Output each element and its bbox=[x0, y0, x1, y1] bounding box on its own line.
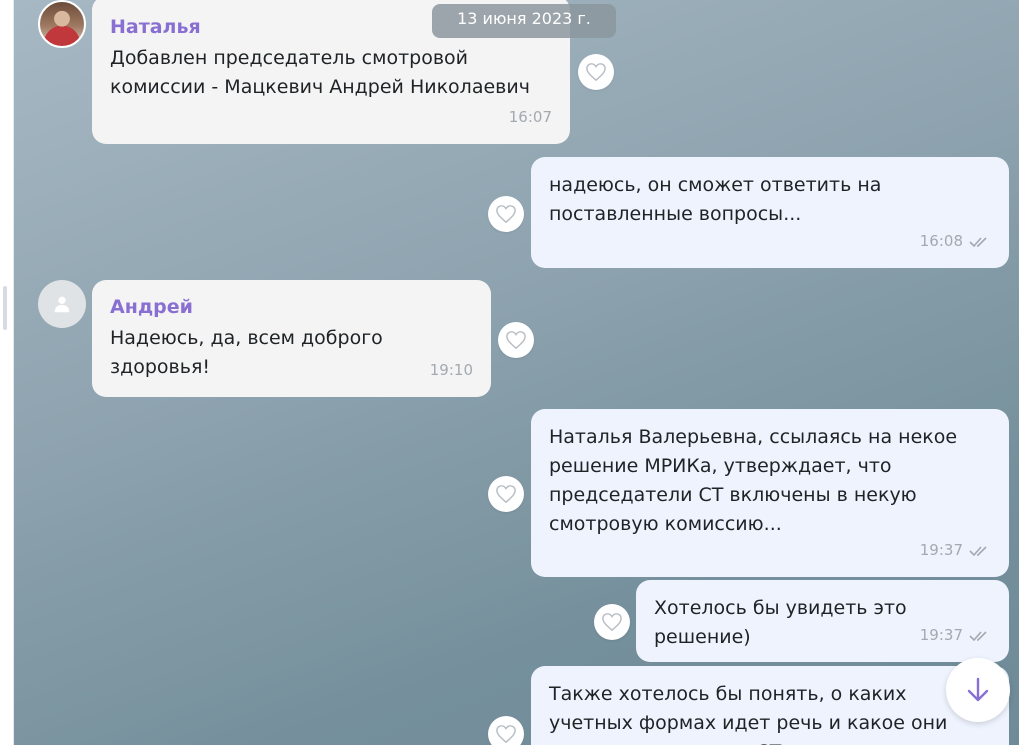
message-bubble-outgoing[interactable]: Наталья Валерьевна, ссылаясь на некое ре… bbox=[531, 409, 1009, 577]
user-silhouette-icon bbox=[54, 296, 70, 313]
double-check-icon bbox=[969, 630, 987, 641]
chat-message-area[interactable]: Наталья Добавлен председатель смотровой … bbox=[14, 0, 1019, 745]
sender-name[interactable]: Андрей bbox=[110, 294, 473, 320]
time-label: 19:37 bbox=[919, 541, 963, 559]
time-label: 19:37 bbox=[919, 626, 963, 644]
reaction-heart-button[interactable] bbox=[498, 322, 534, 358]
left-scrollbar-thumb[interactable] bbox=[3, 286, 7, 330]
date-separator: 13 июня 2023 г. bbox=[432, 4, 616, 38]
reaction-heart-button[interactable] bbox=[578, 54, 614, 90]
double-check-icon bbox=[969, 545, 987, 556]
avatar-natalya[interactable] bbox=[38, 0, 86, 48]
message-time: 19:10 bbox=[430, 356, 473, 385]
message-text: Надеюсь, да, всем доброго здоровья! bbox=[110, 327, 383, 378]
message-bubble-outgoing[interactable]: Также хотелось бы понять, о каких учетны… bbox=[531, 666, 1009, 745]
reaction-heart-button[interactable] bbox=[488, 196, 524, 232]
heart-outline-icon bbox=[586, 63, 606, 82]
double-check-icon bbox=[969, 236, 987, 247]
reaction-heart-button[interactable] bbox=[488, 476, 524, 512]
avatar-andrey[interactable] bbox=[38, 280, 86, 328]
heart-outline-icon bbox=[496, 725, 516, 744]
bottom-panel-edge bbox=[0, 745, 1019, 751]
message-text: Наталья Валерьевна, ссылаясь на некое ре… bbox=[549, 426, 958, 535]
message-bubble-incoming[interactable]: Андрей Надеюсь, да, всем доброго здоровь… bbox=[92, 280, 491, 397]
message-time: 16:08 bbox=[920, 227, 991, 256]
message-text: Также хотелось бы понять, о каких учетны… bbox=[549, 683, 948, 745]
time-label: 16:08 bbox=[919, 232, 963, 250]
heart-outline-icon bbox=[602, 613, 622, 632]
reaction-heart-button[interactable] bbox=[488, 716, 524, 745]
heart-outline-icon bbox=[496, 485, 516, 504]
scroll-to-bottom-button[interactable] bbox=[946, 658, 1010, 722]
message-text: надеюсь, он сможет ответить на поставлен… bbox=[549, 174, 882, 225]
left-panel-edge bbox=[0, 0, 14, 751]
time-label: 16:07 bbox=[508, 108, 552, 126]
message-bubble-outgoing[interactable]: надеюсь, он сможет ответить на поставлен… bbox=[531, 157, 1009, 268]
message-time: 19:37 bbox=[920, 621, 991, 650]
message-time: 16:07 bbox=[509, 103, 552, 132]
message-time: 19:37 bbox=[920, 536, 991, 565]
message-text: Добавлен председатель смотровой комиссии… bbox=[110, 47, 530, 98]
arrow-down-icon bbox=[967, 677, 989, 702]
reaction-heart-button[interactable] bbox=[594, 604, 630, 640]
time-label: 19:10 bbox=[429, 361, 473, 379]
heart-outline-icon bbox=[496, 205, 516, 224]
message-bubble-outgoing[interactable]: Хотелось бы увидеть это решение) 19:37 bbox=[636, 580, 1009, 662]
heart-outline-icon bbox=[506, 331, 526, 350]
